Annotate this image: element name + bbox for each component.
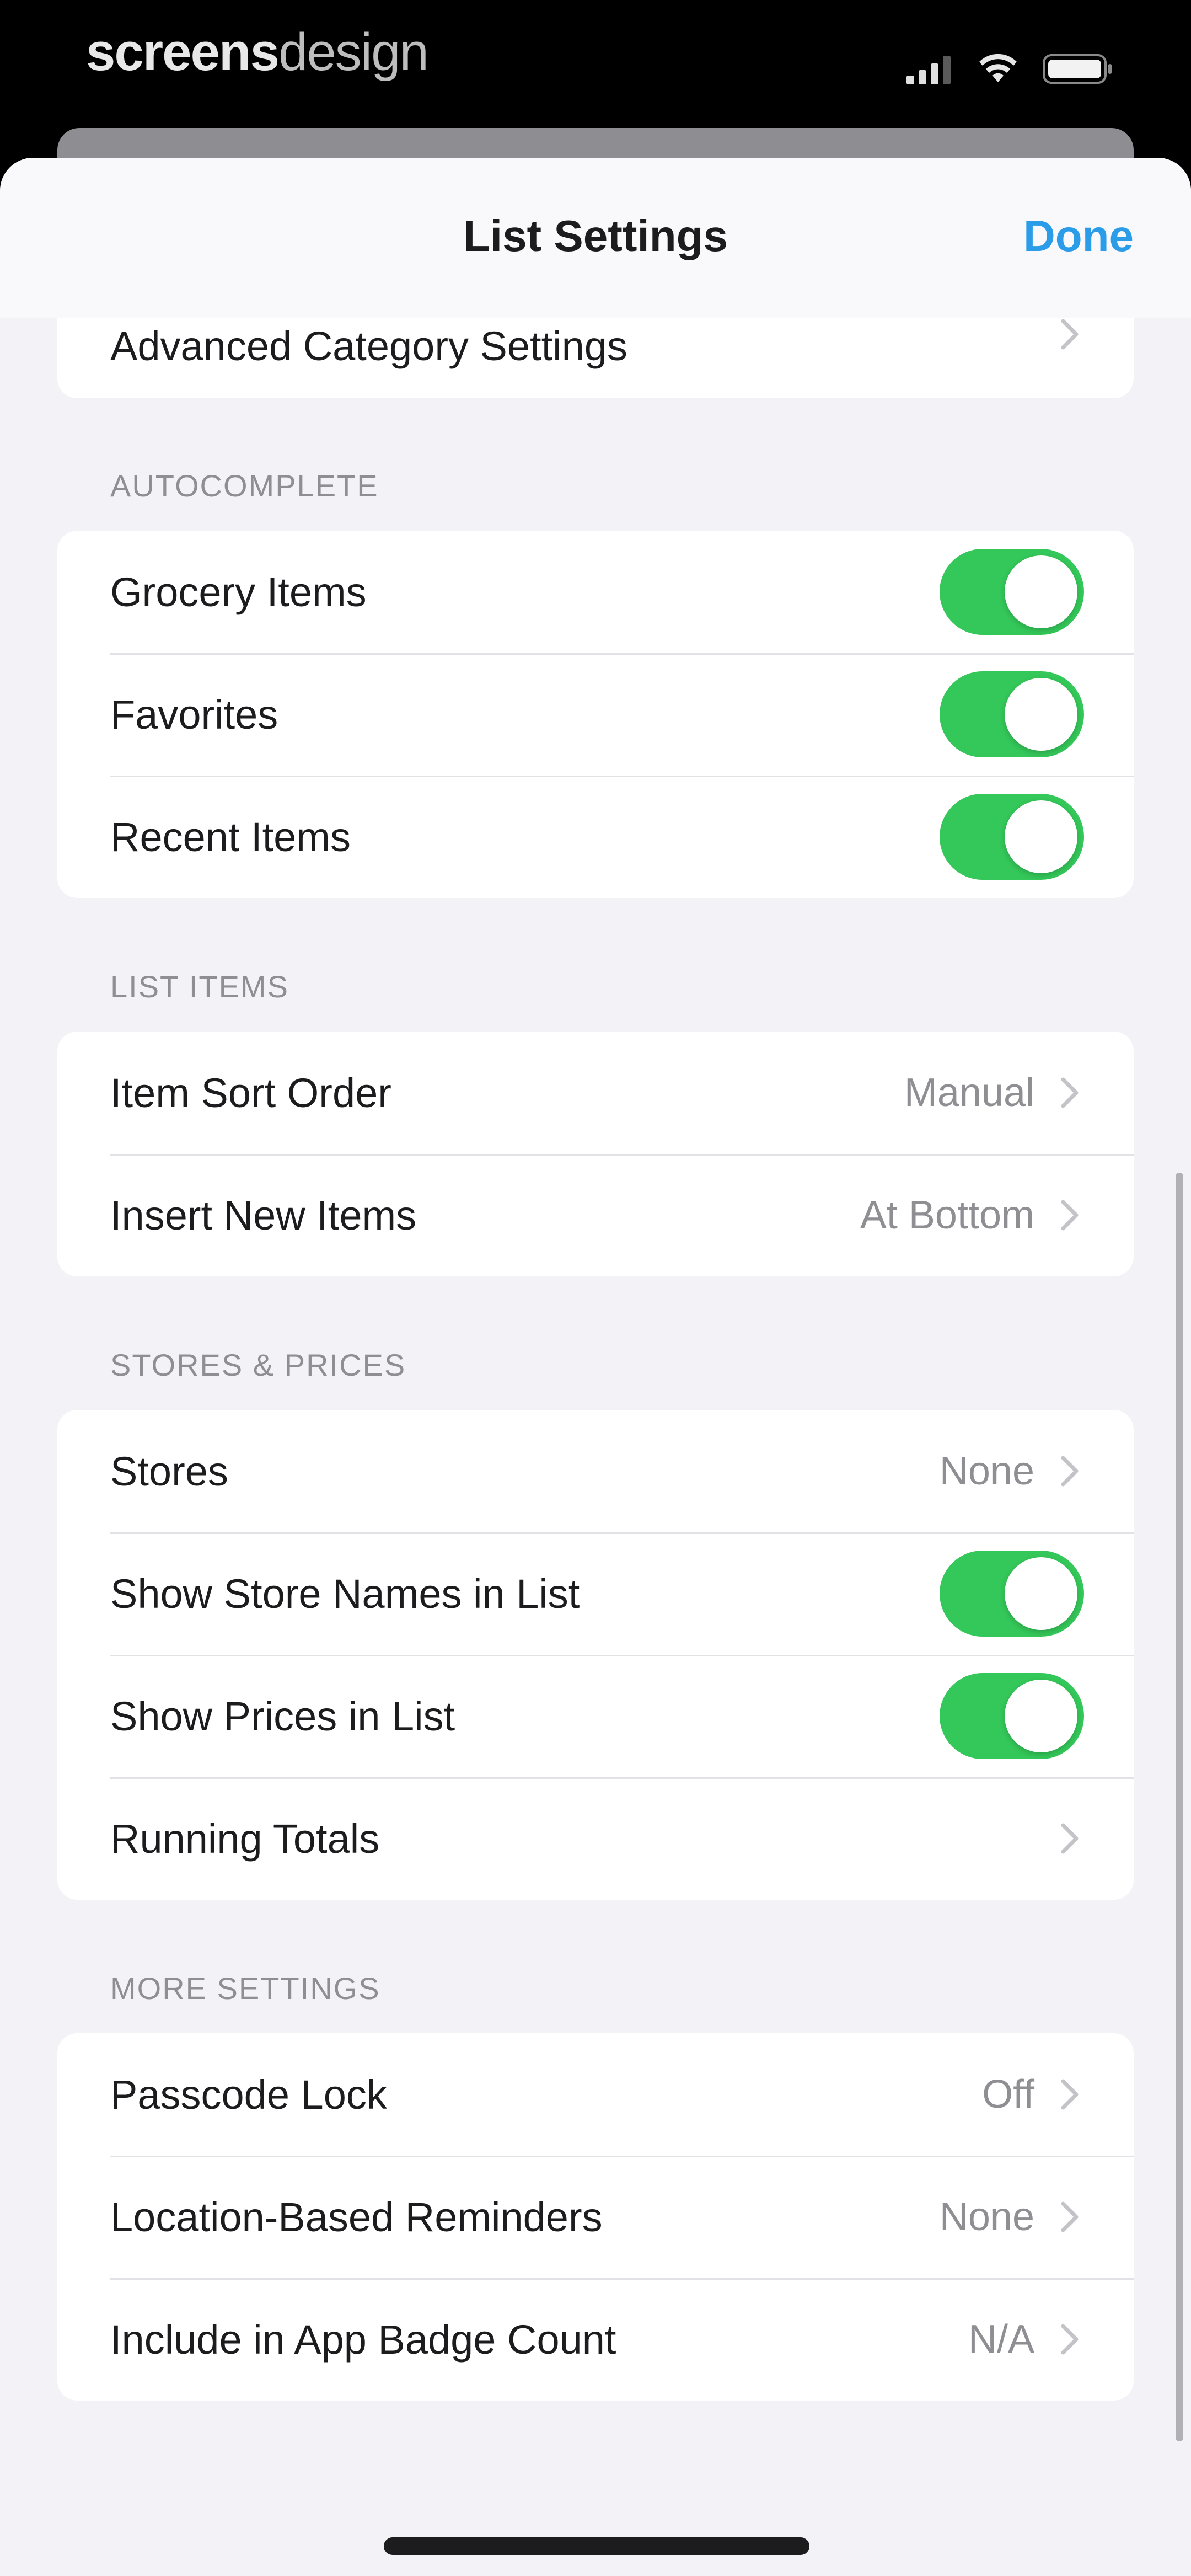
- more-settings-group: Passcode Lock Off Location-Based Reminde…: [57, 2033, 1134, 2401]
- home-indicator[interactable]: [384, 2537, 809, 2555]
- scroll-indicator[interactable]: [1176, 1173, 1183, 2441]
- more-settings-section-header: MORE SETTINGS: [110, 1971, 380, 2006]
- passcode-lock-label: Passcode Lock: [110, 2071, 387, 2118]
- chevron-right-icon: [1061, 2201, 1079, 2232]
- location-reminders-row[interactable]: Location-Based Reminders None: [57, 2156, 1134, 2278]
- chevron-right-icon: [1061, 1823, 1079, 1854]
- recent-items-row: Recent Items: [57, 776, 1134, 898]
- location-reminders-label: Location-Based Reminders: [110, 2194, 603, 2240]
- item-sort-order-row[interactable]: Item Sort Order Manual: [57, 1032, 1134, 1154]
- done-button[interactable]: Done: [1023, 211, 1134, 261]
- app-badge-count-value: N/A: [968, 2317, 1034, 2361]
- list-items-group: Item Sort Order Manual Insert New Items …: [57, 1032, 1134, 1276]
- item-sort-order-value: Manual: [904, 1071, 1034, 1115]
- page-title: List Settings: [463, 211, 728, 260]
- stores-prices-section-header: STORES & PRICES: [110, 1348, 406, 1382]
- show-prices-toggle[interactable]: [940, 1673, 1084, 1759]
- chevron-right-icon: [1061, 1456, 1079, 1487]
- status-bar: screensdesign: [0, 0, 1191, 127]
- toggle-knob: [1005, 1557, 1077, 1630]
- show-prices-label: Show Prices in List: [110, 1693, 455, 1739]
- favorites-label: Favorites: [110, 691, 278, 737]
- recent-items-label: Recent Items: [110, 814, 351, 860]
- chevron-right-icon: [1061, 319, 1079, 350]
- location-reminders-value: None: [939, 2195, 1034, 2239]
- toggle-knob: [1005, 555, 1077, 628]
- watermark-light-text: design: [278, 23, 429, 82]
- settings-sheet: List Settings Done Advanced Category Set…: [0, 158, 1191, 2576]
- app-badge-count-label: Include in App Badge Count: [110, 2316, 616, 2363]
- favorites-row: Favorites: [57, 653, 1134, 776]
- passcode-lock-row[interactable]: Passcode Lock Off: [57, 2033, 1134, 2156]
- app-badge-count-row[interactable]: Include in App Badge Count N/A: [57, 2278, 1134, 2401]
- show-store-names-toggle[interactable]: [940, 1551, 1084, 1637]
- watermark-bold-text: screens: [86, 23, 280, 82]
- autocomplete-section-header: AUTOCOMPLETE: [110, 468, 379, 503]
- show-prices-row: Show Prices in List: [57, 1655, 1134, 1777]
- toggle-knob: [1005, 800, 1077, 873]
- item-sort-order-label: Item Sort Order: [110, 1070, 391, 1116]
- list-items-section-header: LIST ITEMS: [110, 969, 289, 1004]
- grocery-items-row: Grocery Items: [57, 531, 1134, 653]
- grocery-items-label: Grocery Items: [110, 569, 367, 615]
- chevron-right-icon: [1061, 1077, 1079, 1108]
- passcode-lock-value: Off: [982, 2072, 1034, 2117]
- running-totals-label: Running Totals: [110, 1815, 380, 1862]
- watermark-logo: screensdesign: [86, 22, 429, 83]
- status-icons: [906, 47, 1114, 91]
- advanced-category-settings-label: Advanced Category Settings: [110, 323, 627, 369]
- toggle-knob: [1005, 678, 1077, 751]
- grocery-items-toggle[interactable]: [940, 549, 1084, 635]
- stores-row[interactable]: Stores None: [57, 1410, 1134, 1532]
- insert-new-items-row[interactable]: Insert New Items At Bottom: [57, 1154, 1134, 1276]
- running-totals-row[interactable]: Running Totals: [57, 1777, 1134, 1900]
- phone-screen: screensdesign List Settings Done Advance…: [0, 0, 1191, 2576]
- insert-new-items-label: Insert New Items: [110, 1192, 417, 1238]
- stores-prices-group: Stores None Show Store Names in List Sho…: [57, 1410, 1134, 1900]
- show-store-names-label: Show Store Names in List: [110, 1570, 580, 1617]
- chevron-right-icon: [1061, 2324, 1079, 2355]
- cellular-signal-icon: [906, 56, 951, 84]
- show-store-names-row: Show Store Names in List: [57, 1532, 1134, 1655]
- wifi-icon: [979, 54, 1017, 82]
- autocomplete-group: Grocery Items Favorites Recent Items: [57, 531, 1134, 898]
- favorites-toggle[interactable]: [940, 671, 1084, 757]
- stores-label: Stores: [110, 1448, 228, 1494]
- navigation-bar: List Settings Done: [0, 158, 1191, 318]
- chevron-right-icon: [1061, 1200, 1079, 1231]
- insert-new-items-value: At Bottom: [860, 1193, 1034, 1237]
- recent-items-toggle[interactable]: [940, 794, 1084, 880]
- toggle-knob: [1005, 1680, 1077, 1752]
- chevron-right-icon: [1061, 2079, 1079, 2110]
- battery-icon: [1043, 54, 1112, 84]
- stores-value: None: [939, 1449, 1034, 1493]
